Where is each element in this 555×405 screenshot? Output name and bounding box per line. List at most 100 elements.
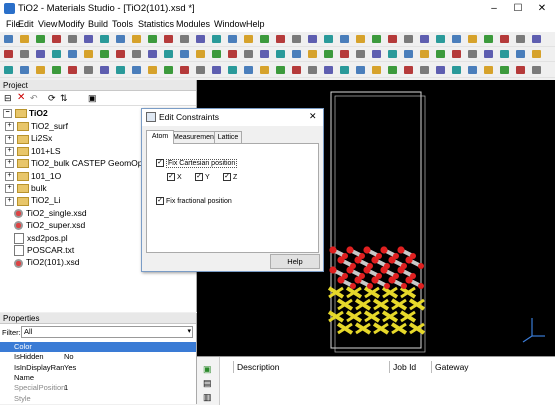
menu-build[interactable]: Build: [88, 19, 108, 29]
tree-folder[interactable]: +101_1O: [5, 170, 61, 182]
help-button[interactable]: Help: [270, 254, 320, 269]
toolbar-icon[interactable]: [404, 50, 413, 58]
toolbar-icon[interactable]: [292, 50, 301, 58]
tree-root[interactable]: − TiO2: [3, 107, 48, 119]
toolbar-icon[interactable]: [180, 35, 189, 43]
menu-window[interactable]: Window: [214, 19, 246, 29]
toolbar-icon[interactable]: [340, 50, 349, 58]
toolbar-icon[interactable]: [116, 35, 125, 43]
toolbar-icon[interactable]: [164, 50, 173, 58]
toolbar-icon[interactable]: [4, 50, 13, 58]
toolbar-icon[interactable]: [516, 35, 525, 43]
toolbar-icon[interactable]: [164, 35, 173, 43]
toolbar-icon[interactable]: [36, 50, 45, 58]
toolbar-icon[interactable]: [100, 50, 109, 58]
property-row[interactable]: Name: [0, 373, 196, 383]
toolbar-icon[interactable]: [148, 50, 157, 58]
toolbar-icon[interactable]: [36, 35, 45, 43]
toolbar-icon[interactable]: [132, 35, 141, 43]
fix-cartesian-check[interactable]: ✓: [156, 159, 164, 167]
toolbar-icon[interactable]: [532, 35, 541, 43]
toolbar-icon[interactable]: [52, 50, 61, 58]
sort-icon[interactable]: ⇅: [60, 93, 68, 104]
delete-icon[interactable]: ✕: [17, 92, 25, 103]
toolbar-icon[interactable]: [148, 66, 157, 74]
filter-select[interactable]: All ▾: [21, 326, 193, 338]
menu-modify[interactable]: Modify: [58, 19, 85, 29]
toolbar-icon[interactable]: [404, 35, 413, 43]
expand-icon[interactable]: +: [5, 122, 14, 132]
toolbar-icon[interactable]: [356, 50, 365, 58]
toolbar-icon[interactable]: [340, 66, 349, 74]
toolbar-icon[interactable]: [20, 35, 29, 43]
tree-folder[interactable]: + bulk: [5, 182, 47, 194]
fix-fractional-check[interactable]: ✓: [156, 197, 164, 205]
toolbar-icon[interactable]: [452, 35, 461, 43]
refresh-icon[interactable]: ⟳: [48, 93, 56, 104]
toolbar-icon[interactable]: [292, 35, 301, 43]
fix-y-check[interactable]: ✓: [195, 173, 203, 181]
toolbar-icon[interactable]: [228, 66, 237, 74]
toolbar-icon[interactable]: [468, 50, 477, 58]
close-window-button[interactable]: ✕: [530, 0, 554, 18]
toolbar-icon[interactable]: [180, 50, 189, 58]
tree-folder[interactable]: + TiO2_Li: [5, 194, 60, 206]
toolbar-icon[interactable]: [20, 50, 29, 58]
toolbar-icon[interactable]: [260, 66, 269, 74]
tree-file[interactable]: TiO2_single.xsd: [14, 207, 87, 219]
fix-z-checkbox[interactable]: ✓ Z: [223, 173, 237, 181]
toolbar-icon[interactable]: [388, 66, 397, 74]
tree-folder[interactable]: + TiO2_surf: [5, 120, 68, 132]
dialog-close-button[interactable]: ✕: [309, 111, 317, 122]
toolbar-icon[interactable]: [500, 35, 509, 43]
toolbar-icon[interactable]: [372, 50, 381, 58]
toolbar-icon[interactable]: [388, 50, 397, 58]
toolbar-icon[interactable]: [404, 66, 413, 74]
toolbar-icon[interactable]: [516, 50, 525, 58]
toolbar-icon[interactable]: [84, 66, 93, 74]
toolbar-icon[interactable]: [116, 66, 125, 74]
toolbar-icon[interactable]: [468, 35, 477, 43]
toolbar-icon[interactable]: [4, 66, 13, 74]
save-icon[interactable]: ▣: [88, 93, 97, 104]
expand-icon[interactable]: +: [5, 184, 14, 194]
jobs-refresh-icon[interactable]: ▣: [203, 364, 212, 375]
toolbar-icon[interactable]: [260, 35, 269, 43]
toolbar-icon[interactable]: [484, 50, 493, 58]
toolbar-icon[interactable]: [468, 66, 477, 74]
col-gateway[interactable]: Gateway: [432, 361, 555, 373]
toolbar-icon[interactable]: [356, 66, 365, 74]
toolbar-icon[interactable]: [452, 50, 461, 58]
toolbar-icon[interactable]: [4, 35, 13, 43]
toolbar-icon[interactable]: [84, 35, 93, 43]
toolbar-icon[interactable]: [196, 66, 205, 74]
property-row[interactable]: Style: [0, 394, 196, 404]
toolbar-icon[interactable]: [276, 66, 285, 74]
toolbar-icon[interactable]: [132, 50, 141, 58]
toolbar-icon[interactable]: [532, 66, 541, 74]
property-row[interactable]: IsInDisplayRan Yes: [0, 363, 196, 373]
menu-help[interactable]: Help: [246, 19, 265, 29]
toolbar-icon[interactable]: [340, 35, 349, 43]
col-description[interactable]: Description: [234, 361, 390, 373]
jobs-view-icon[interactable]: ▤: [203, 378, 212, 389]
toolbar-icon[interactable]: [372, 66, 381, 74]
toolbar-icon[interactable]: [260, 50, 269, 58]
col-job-id[interactable]: Job Id: [390, 361, 432, 373]
toolbar-icon[interactable]: [420, 66, 429, 74]
toolbar-icon[interactable]: [228, 50, 237, 58]
toolbar-icon[interactable]: [532, 50, 541, 58]
toolbar-icon[interactable]: [100, 35, 109, 43]
toolbar-icon[interactable]: [372, 35, 381, 43]
toolbar-icon[interactable]: [180, 66, 189, 74]
toolbar-icon[interactable]: [52, 66, 61, 74]
tree-folder[interactable]: +101+LS: [5, 145, 61, 157]
menu-tools[interactable]: Tools: [112, 19, 133, 29]
toolbar-icon[interactable]: [324, 50, 333, 58]
tab-atom[interactable]: Atom: [146, 130, 174, 144]
fix-x-checkbox[interactable]: ✓ X: [167, 173, 182, 181]
toolbar-icon[interactable]: [308, 66, 317, 74]
toolbar-icon[interactable]: [308, 35, 317, 43]
menu-view[interactable]: View: [38, 19, 57, 29]
toolbar-icon[interactable]: [228, 35, 237, 43]
